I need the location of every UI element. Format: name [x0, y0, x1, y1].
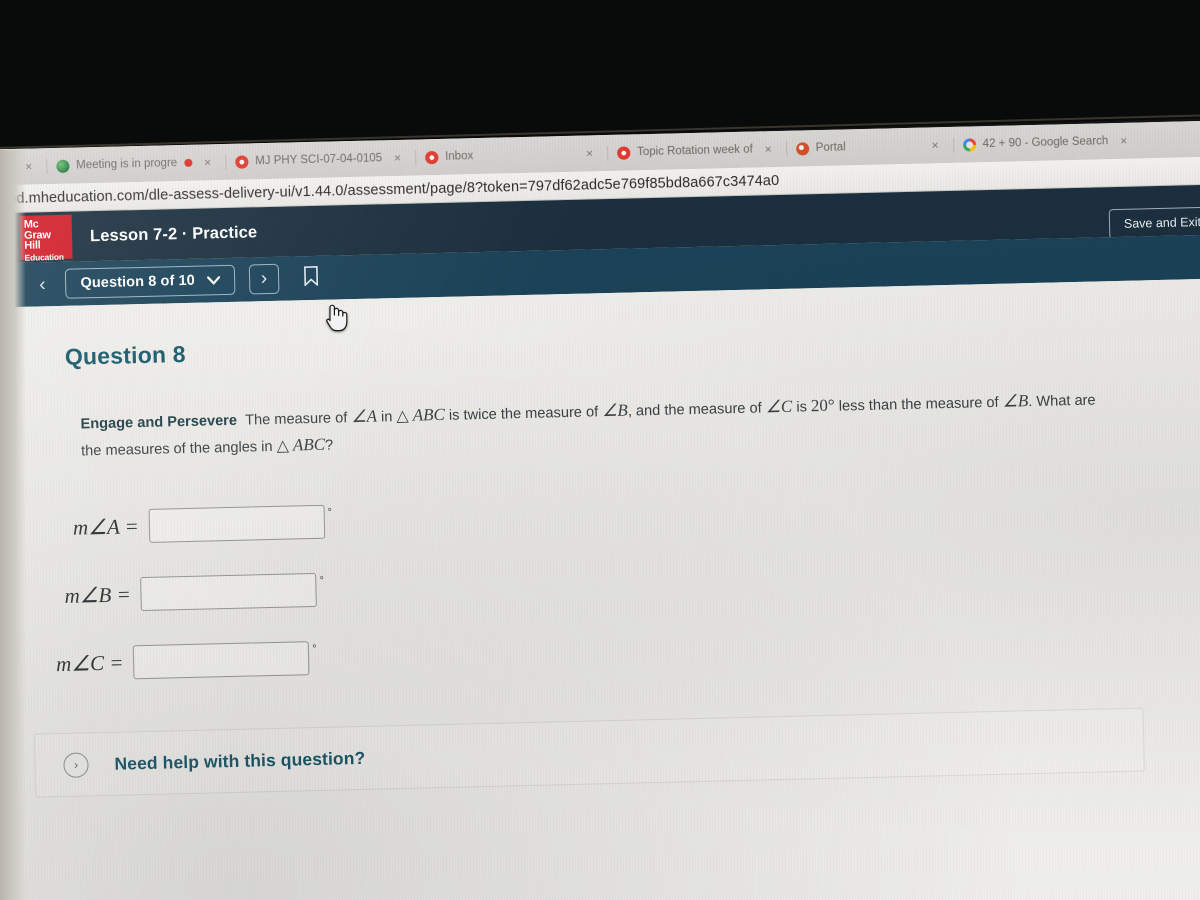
prompt-in-word: in: [376, 409, 397, 426]
triangle-abc-label-2: ABC: [292, 434, 326, 455]
angle-a-symbol: ∠A: [351, 406, 378, 427]
browser-tab[interactable]: Portal ×: [789, 130, 950, 164]
chevron-down-icon: [206, 273, 220, 288]
recording-indicator-icon: [184, 158, 193, 167]
need-help-label: Need help with this question?: [114, 747, 366, 774]
browser-tab[interactable]: Inbox ×: [419, 138, 605, 172]
tab-close-icon[interactable]: ×: [20, 159, 37, 174]
tab-close-icon[interactable]: ×: [1115, 134, 1132, 148]
tab-title: MJ PHY SCI-07-04-0105: [255, 152, 383, 168]
tab-close-icon[interactable]: ×: [927, 138, 944, 152]
answer-label-a: m∠A =: [72, 513, 140, 540]
degree-unit-c: °: [312, 642, 317, 656]
question-prompt: Engage and Persevere The measure of ∠A i…: [80, 386, 1111, 464]
tab-separator: [785, 141, 787, 157]
answer-input-b[interactable]: [140, 572, 318, 612]
angle-b-symbol: ∠B: [601, 400, 629, 421]
prompt-part-3: , and the measure of: [627, 400, 766, 420]
tab-title: 42 + 90 - Google Search: [982, 135, 1109, 151]
photo-frame: da × Meeting is in progre × MJ PHY SCI-0…: [0, 0, 1200, 900]
logo-line-3: Hill: [24, 239, 41, 252]
red-ring-icon: [424, 150, 439, 164]
tab-separator: [46, 158, 48, 174]
bookmark-glyph: [304, 265, 319, 287]
answer-label-b: m∠B =: [64, 581, 132, 608]
triangle-icon: △: [396, 407, 409, 426]
prompt-part-1: The measure of: [244, 410, 352, 429]
tab-close-icon[interactable]: ×: [581, 146, 598, 160]
tab-title: Topic Rotation week of: [636, 143, 753, 159]
tab-separator: [414, 149, 417, 166]
question-selector-label: Question 8 of 10: [80, 272, 196, 292]
prompt-part-4: is: [792, 399, 812, 416]
prompt-end: ?: [324, 437, 334, 454]
degree-value: 20°: [810, 395, 835, 416]
tab-title: Meeting is in progre: [76, 157, 178, 172]
need-help-panel[interactable]: › Need help with this question?: [33, 707, 1145, 798]
save-and-exit-button[interactable]: Save and Exit: [1108, 206, 1200, 240]
red-ring-icon: [235, 154, 249, 169]
browser-tab[interactable]: MJ PHY SCI-07-04-0105 ×: [229, 143, 413, 177]
browser-tab[interactable]: 42 + 90 - Google Search ×: [956, 125, 1138, 159]
prompt-part-2: is twice the measure of: [444, 404, 603, 424]
degree-unit-b: °: [319, 574, 325, 587]
tab-separator: [225, 154, 227, 170]
green-circle-icon: [56, 159, 70, 173]
answer-row: m∠C = °: [56, 620, 1192, 681]
question-content: Question 8 Engage and Persevere The meas…: [0, 278, 1200, 900]
next-question-button[interactable]: ›: [248, 263, 280, 295]
lesson-title: Lesson 7-2 · Practice: [89, 222, 258, 245]
answer-label-c: m∠C =: [55, 650, 124, 676]
page-title: Question 8: [64, 340, 187, 370]
browser-tab[interactable]: Meeting is in progre ×: [50, 147, 223, 181]
bookmark-icon[interactable]: [303, 265, 320, 290]
previous-question-button[interactable]: ‹: [33, 273, 52, 296]
answer-input-c[interactable]: [133, 641, 310, 680]
tab-close-icon[interactable]: ×: [389, 151, 406, 165]
question-selector-dropdown[interactable]: Question 8 of 10: [65, 264, 236, 299]
google-g-icon: [962, 137, 976, 152]
chevron-down-glyph: [206, 275, 220, 285]
browser-tab[interactable]: da ×: [0, 151, 44, 183]
browser-tab[interactable]: Topic Rotation week of ×: [611, 134, 783, 168]
tab-title: Portal: [815, 141, 846, 155]
tab-separator: [952, 137, 954, 153]
chevron-right-icon: ›: [63, 751, 89, 778]
tab-close-icon[interactable]: ×: [199, 155, 216, 169]
answer-row: m∠B = °: [64, 552, 1190, 613]
degree-unit-a: °: [327, 506, 333, 519]
answer-input-a[interactable]: [148, 504, 326, 543]
prompt-label: Engage and Persevere: [80, 412, 238, 433]
prompt-part-5: less than the measure of: [834, 394, 1003, 415]
triangle-icon-2: △: [276, 437, 290, 455]
tab-separator: [606, 145, 609, 161]
triangle-abc-label: ABC: [412, 404, 446, 425]
tab-close-icon[interactable]: ×: [760, 142, 777, 156]
answer-row: m∠A = °: [73, 484, 1189, 544]
mcgraw-hill-logo: Mc Graw Hill Education: [19, 214, 73, 262]
red-ring-icon: [616, 145, 631, 160]
orange-circle-icon: [795, 141, 809, 156]
angle-b-symbol-2: ∠B: [1002, 391, 1029, 411]
monitor-screen: da × Meeting is in progre × MJ PHY SCI-0…: [0, 120, 1200, 900]
angle-c-symbol: ∠C: [765, 396, 793, 417]
tab-title: Inbox: [444, 150, 474, 163]
tab-title: da: [0, 160, 14, 174]
